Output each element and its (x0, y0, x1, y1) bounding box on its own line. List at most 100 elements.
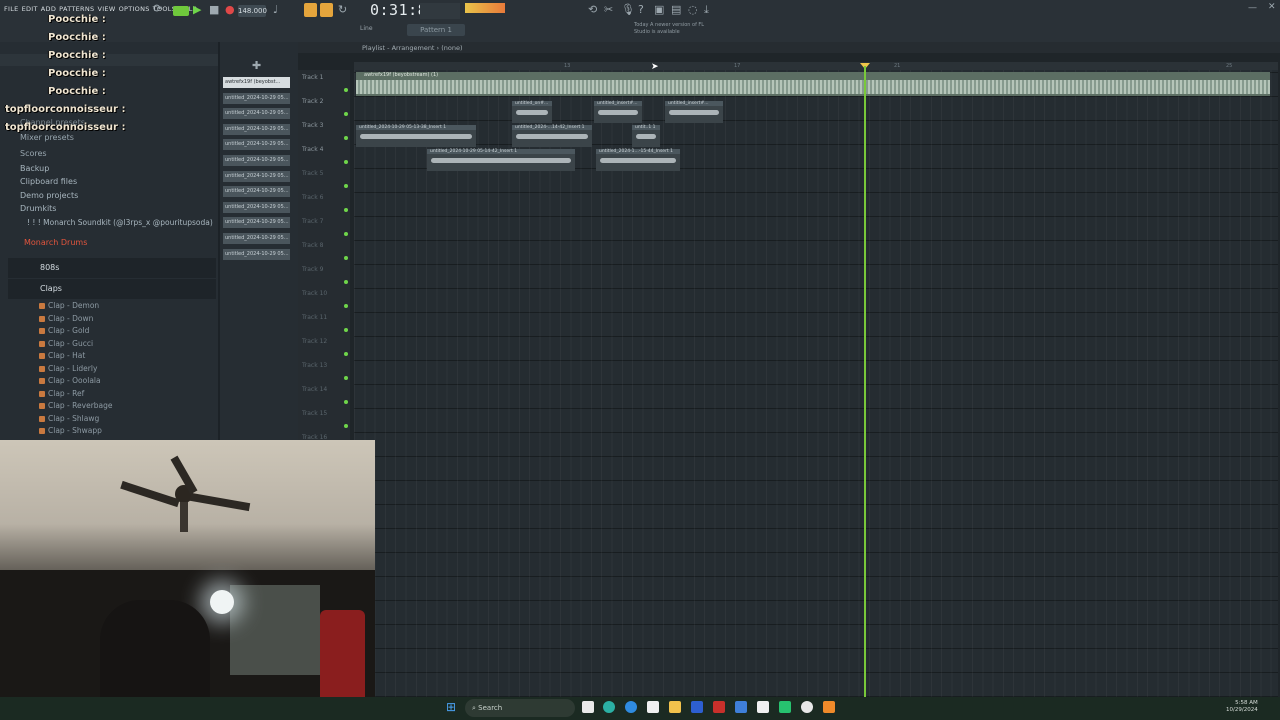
track-mute-led[interactable] (344, 160, 348, 164)
clip-list-item[interactable]: untitled_2024-10-29 05... (223, 201, 290, 213)
audio-clip[interactable]: untitled_insert#... (665, 101, 723, 123)
track-name[interactable]: Track 6 (302, 194, 323, 201)
browser-item-mixer-presets[interactable]: Mixer presets (20, 133, 74, 142)
menu-add[interactable]: ADD (41, 5, 56, 13)
refresh-icon[interactable]: ⟳ (153, 2, 162, 15)
close-icon[interactable]: ✕ (1268, 2, 1276, 12)
track-mute-led[interactable] (344, 304, 348, 308)
snap-select[interactable]: Line (360, 25, 373, 32)
sample-file[interactable]: Clap - Ooolala (39, 376, 101, 385)
clip-list-item[interactable]: untitled_2024-10-29 05... (223, 155, 290, 166)
shield-app-icon[interactable] (713, 701, 725, 713)
track-mute-led[interactable] (344, 256, 348, 260)
browser-item-clipboard[interactable]: Clipboard files (20, 177, 77, 186)
browser-item-backup[interactable]: Backup (20, 164, 49, 173)
track-name[interactable]: Track 2 (302, 98, 323, 105)
record-icon[interactable]: ● (225, 3, 235, 16)
track-mute-led[interactable] (344, 424, 348, 428)
browser-item-monarch-drums[interactable]: Monarch Drums (24, 238, 87, 247)
track-mute-led[interactable] (344, 328, 348, 332)
metronome-icon[interactable]: ♩ (273, 3, 278, 16)
sample-file[interactable]: Clap - Hat (39, 351, 85, 360)
task-view-icon[interactable] (582, 701, 594, 713)
browser-item-drumkits[interactable]: Drumkits (20, 204, 56, 213)
browser-icon[interactable] (625, 701, 637, 713)
audio-clip-track1[interactable]: awtrefx19f (beyobstream) (1) (356, 72, 1270, 96)
photos-icon[interactable] (735, 701, 747, 713)
folder-claps[interactable]: Claps (40, 284, 62, 293)
clip-list-item[interactable]: awtrefx19f (beyobst... (223, 77, 290, 88)
sample-file[interactable]: Clap - Demon (39, 301, 99, 310)
track-mute-led[interactable] (344, 232, 348, 236)
sample-file[interactable]: Clap - Shlawg (39, 414, 99, 423)
loop-record-icon[interactable]: ↻ (338, 3, 347, 16)
audio-clip[interactable]: untitled_2024-1...-15-44_Insert 1 (596, 149, 680, 171)
clip-list-item[interactable]: untitled_2024-10-29 05... (223, 92, 290, 104)
menu-file[interactable]: FILE (4, 5, 19, 13)
chat-icon[interactable]: ◌ (688, 3, 698, 16)
menu-patterns[interactable]: PATTERNS (59, 5, 94, 13)
clip-list-item[interactable]: untitled_2024-10-29 05... (223, 186, 290, 198)
menu-view[interactable]: VIEW (97, 5, 115, 13)
browser-item-monarch-kit[interactable]: ! ! ! Monarch Soundkit (@l3rps_x @pourit… (27, 218, 213, 227)
l-app-icon[interactable] (691, 701, 703, 713)
browser-item-scores[interactable]: Scores (20, 149, 47, 158)
system-clock[interactable]: 5:58 AM 10/29/2024 (1226, 700, 1258, 714)
clip-list-item[interactable]: untitled_2024-10-29 05... (223, 233, 290, 244)
stop-icon[interactable]: ■ (209, 3, 219, 16)
minimize-icon[interactable]: — (1248, 3, 1257, 13)
edge-icon[interactable] (603, 701, 615, 713)
clip-list-item[interactable]: untitled_2024-10-29 05... (223, 170, 290, 182)
track-name[interactable]: Track 3 (302, 122, 323, 129)
spotify-icon[interactable] (779, 701, 791, 713)
track-name[interactable]: Track 12 (302, 338, 327, 345)
export-icon[interactable]: ▤ (671, 3, 681, 16)
sample-file[interactable]: Clap - Gold (39, 326, 89, 335)
audio-clip[interactable]: untitled_2024-10-29 05-14-42_Insert 1 (427, 149, 575, 171)
track-name[interactable]: Track 14 (302, 386, 327, 393)
clip-list-item[interactable]: untitled_2024-10-29 05... (223, 248, 290, 260)
sample-file[interactable]: Clap - Reverbage (39, 401, 113, 410)
audio-clip[interactable]: untitled_2024-10-29 05-13-38_Insert 1 (356, 125, 476, 147)
sample-file[interactable]: Clap - Gucci (39, 339, 93, 348)
help-icon[interactable]: ? (638, 3, 644, 16)
audio-clip[interactable]: untit..1 1 (632, 125, 660, 147)
tempo-display[interactable]: 148.000 (238, 5, 267, 17)
track-name[interactable]: Track 4 (302, 146, 323, 153)
menu-options[interactable]: OPTIONS (119, 5, 150, 13)
file-explorer-icon[interactable] (669, 701, 681, 713)
track-mute-led[interactable] (344, 112, 348, 116)
pat-song-toggle[interactable] (173, 6, 189, 16)
store-icon[interactable] (647, 701, 659, 713)
track-name[interactable]: Track 8 (302, 242, 323, 249)
track-name[interactable]: Track 5 (302, 170, 323, 177)
audio-clip[interactable]: untitled_on#... (512, 101, 552, 123)
taskbar-search[interactable]: ⌕ Search (465, 699, 575, 717)
timeline-ruler[interactable]: 13 17 21 25 (354, 62, 1278, 70)
windows-start-icon[interactable]: ⊞ (446, 700, 456, 714)
audio-clip[interactable]: untitled_2024-...14-42_Insert 1 (512, 125, 592, 147)
sample-file[interactable]: Clap - Liderly (39, 364, 97, 373)
clip-list-item[interactable]: untitled_2024-10-29 05... (223, 108, 290, 120)
track-mute-led[interactable] (344, 376, 348, 380)
wait-record-button[interactable] (304, 3, 317, 17)
track-mute-led[interactable] (344, 88, 348, 92)
sample-file[interactable]: Clap - Ref (39, 389, 84, 398)
add-icon[interactable]: ✚ (252, 59, 261, 72)
download-icon[interactable]: ⤓ (704, 3, 709, 17)
microphone-icon[interactable]: 🎙 (621, 3, 635, 16)
track-mute-led[interactable] (344, 280, 348, 284)
checkmark-app-icon[interactable] (757, 701, 769, 713)
sample-file[interactable]: Clap - Shwapp (39, 426, 102, 435)
undo-icon[interactable]: ⟲ (588, 3, 597, 16)
folder-808s[interactable]: 808s (40, 263, 59, 272)
track-mute-led[interactable] (344, 400, 348, 404)
pattern-select[interactable]: Pattern 1 (407, 24, 465, 36)
track-name[interactable]: Track 9 (302, 266, 323, 273)
track-name[interactable]: Track 15 (302, 410, 327, 417)
clip-list-item[interactable]: untitled_2024-10-29 05... (223, 139, 290, 151)
track-mute-led[interactable] (344, 136, 348, 140)
track-name[interactable]: Track 13 (302, 362, 327, 369)
track-name[interactable]: Track 1 (302, 74, 323, 81)
audio-clip[interactable]: untitled_insert#... (594, 101, 642, 123)
